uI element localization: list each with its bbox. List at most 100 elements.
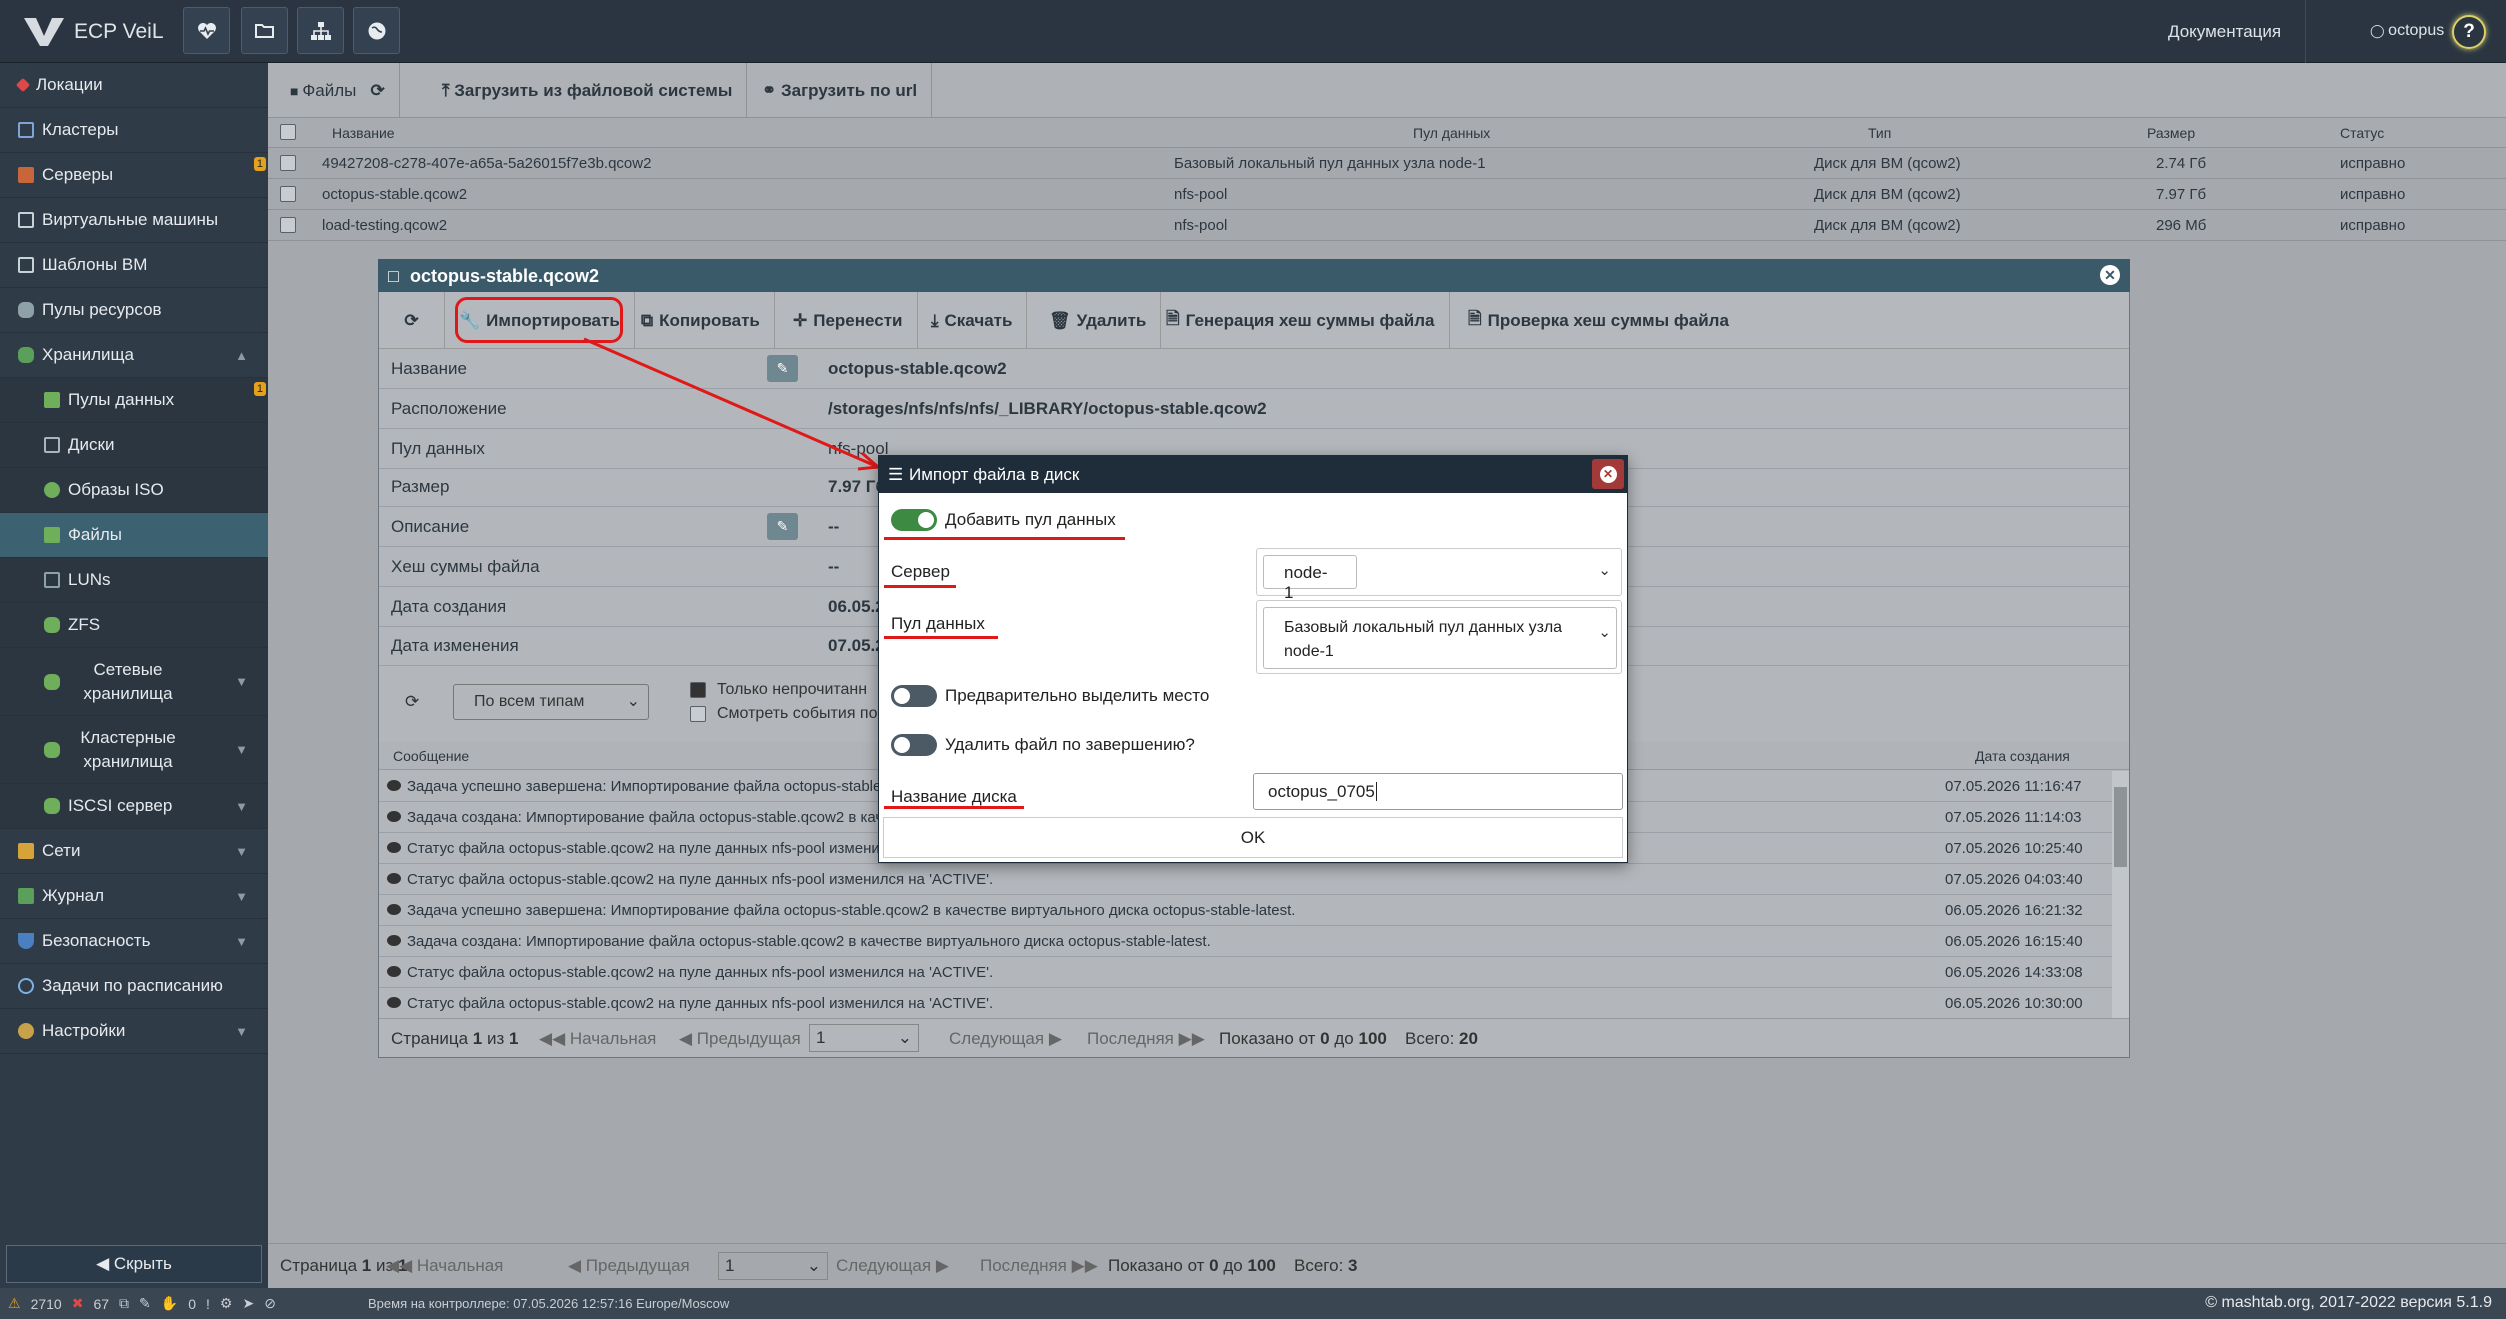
sidebar-item-resource-pools[interactable]: Пулы ресурсов bbox=[0, 288, 268, 333]
event-row[interactable]: Статус файла octopus-stable.qcow2 на пул… bbox=[379, 957, 2112, 988]
user-menu[interactable]: ◯ octopus bbox=[2370, 22, 2444, 40]
settings-icon[interactable]: ⚙ bbox=[220, 1295, 233, 1312]
event-row[interactable]: Статус файла octopus-stable.qcow2 на пул… bbox=[379, 864, 2112, 895]
page-select[interactable]: 1 ⌄ bbox=[809, 1024, 919, 1052]
folder-button[interactable] bbox=[241, 7, 288, 54]
rocket-icon[interactable]: ➤ bbox=[242, 1295, 254, 1312]
gen-hash-button[interactable]: 🗎 Генерация хеш суммы файла bbox=[1152, 292, 1450, 349]
close-icon[interactable]: ✕ bbox=[2100, 265, 2120, 285]
preallocate-toggle[interactable] bbox=[891, 685, 937, 707]
chevron-down-icon: ▼ bbox=[235, 888, 248, 904]
sidebar-item-network-storage[interactable]: Сетевые хранилища ▼ bbox=[0, 648, 268, 716]
delete-after-label: Удалить файл по завершению? bbox=[945, 735, 1195, 754]
col-name[interactable]: Название bbox=[332, 125, 395, 141]
chevron-down-icon: ▼ bbox=[235, 933, 248, 949]
ok-button[interactable]: OK bbox=[883, 817, 1623, 858]
hand-icon[interactable]: ✋ bbox=[161, 1295, 178, 1312]
col-status[interactable]: Статус bbox=[2340, 125, 2384, 141]
sidebar-item-locations[interactable]: Локации bbox=[0, 63, 268, 108]
col-size[interactable]: Размер bbox=[2147, 125, 2195, 141]
unread-only-checkbox[interactable] bbox=[690, 682, 706, 698]
sidebar-item-templates[interactable]: Шаблоны ВМ bbox=[0, 243, 268, 288]
table-row[interactable]: 49427208-c278-407e-a65a-5a26015f7e3b.qco… bbox=[268, 148, 2506, 179]
sidebar-item-security[interactable]: Безопасность ▼ bbox=[0, 919, 268, 964]
ban-icon[interactable]: ⊘ bbox=[264, 1295, 276, 1312]
upload-fs-button[interactable]: ⤒ Загрузить из файловой системы bbox=[428, 63, 748, 118]
first-page-button[interactable]: ◀◀ Начальная bbox=[539, 1029, 656, 1049]
sidebar-item-cluster-storage[interactable]: Кластерные хранилища ▼ bbox=[0, 716, 268, 784]
events-scrollbar[interactable] bbox=[2112, 771, 2129, 1018]
chevron-down-icon: ▼ bbox=[235, 741, 248, 757]
sidebar-item-iscsi[interactable]: ISCSI сервер ▼ bbox=[0, 784, 268, 829]
warning-icon[interactable]: ⚠ bbox=[8, 1295, 21, 1312]
files-tab[interactable]: ■ Файлы ⟳ bbox=[268, 63, 400, 118]
table-row[interactable]: octopus-stable.qcow2 nfs-pool Диск для В… bbox=[268, 179, 2506, 210]
c3-count: 0 bbox=[188, 1295, 196, 1312]
hide-sidebar-button[interactable]: ◀ Скрыть bbox=[6, 1245, 262, 1283]
refresh-icon[interactable]: ⟳ bbox=[371, 81, 385, 101]
next-page-button[interactable]: Следующая ▶ bbox=[836, 1256, 949, 1276]
upload-url-button[interactable]: ⚭ Загрузить по url bbox=[748, 63, 933, 118]
sidebar-item-luns[interactable]: LUNs bbox=[0, 558, 268, 603]
row-name[interactable]: load-testing.qcow2 bbox=[322, 217, 447, 234]
row-name[interactable]: 49427208-c278-407e-a65a-5a26015f7e3b.qco… bbox=[322, 155, 651, 172]
prev-page-button[interactable]: ◀ Предыдущая bbox=[568, 1256, 690, 1276]
scrollbar-thumb[interactable] bbox=[2114, 787, 2127, 867]
sidebar-item-storage[interactable]: Хранилища ▲ bbox=[0, 333, 268, 378]
delete-label: Удалить bbox=[1076, 310, 1147, 330]
delete-after-toggle[interactable] bbox=[891, 734, 937, 756]
col-type[interactable]: Тип bbox=[1868, 125, 1891, 141]
last-page-button[interactable]: Последняя ▶▶ bbox=[980, 1256, 1098, 1276]
edit-description-button[interactable]: ✎ bbox=[767, 513, 798, 540]
sidebar-item-networks[interactable]: Сети ▼ bbox=[0, 829, 268, 874]
event-row[interactable]: Статус файла octopus-stable.qcow2 на пул… bbox=[379, 988, 2112, 1019]
event-row[interactable]: Задача создана: Импортирование файла oct… bbox=[379, 926, 2112, 957]
sidebar-item-clusters[interactable]: Кластеры bbox=[0, 108, 268, 153]
row-checkbox[interactable] bbox=[280, 186, 296, 202]
event-type-select[interactable]: По всем типам ⌄ bbox=[453, 684, 649, 720]
next-page-button[interactable]: Следующая ▶ bbox=[949, 1029, 1062, 1049]
check-hash-button[interactable]: 🗎 Проверка хеш суммы файла bbox=[1454, 292, 1743, 349]
prev-page-button[interactable]: ◀ Предыдущая bbox=[679, 1029, 801, 1049]
exclamation-icon[interactable]: ! bbox=[206, 1296, 210, 1312]
table-row[interactable]: load-testing.qcow2 nfs-pool Диск для ВМ … bbox=[268, 210, 2506, 241]
select-all-checkbox[interactable] bbox=[280, 124, 296, 140]
sidebar-item-iso[interactable]: Образы ISO bbox=[0, 468, 268, 513]
sidebar-item-disks[interactable]: Диски bbox=[0, 423, 268, 468]
download-button[interactable]: ⤓ Скачать bbox=[917, 292, 1028, 349]
globe-button[interactable] bbox=[353, 7, 400, 54]
add-pool-toggle[interactable] bbox=[891, 509, 937, 531]
documentation-link[interactable]: Документация bbox=[2168, 22, 2281, 42]
sidebar-item-data-pools[interactable]: Пулы данных 1 bbox=[0, 378, 268, 423]
row-name[interactable]: octopus-stable.qcow2 bbox=[322, 186, 467, 203]
refresh-button[interactable]: ⟳ bbox=[379, 292, 445, 349]
view-events-checkbox[interactable] bbox=[690, 706, 706, 722]
copy-icon[interactable]: ⧉ bbox=[119, 1295, 129, 1312]
sidebar-item-files[interactable]: Файлы bbox=[0, 513, 268, 558]
help-button[interactable]: ? bbox=[2452, 15, 2486, 49]
server-select[interactable]: node-1 ⌄ bbox=[1256, 548, 1622, 602]
event-row[interactable]: Задача успешно завершена: Импортирование… bbox=[379, 895, 2112, 926]
edit-icon[interactable]: ✎ bbox=[139, 1295, 151, 1312]
sidebar-item-settings[interactable]: Настройки ▼ bbox=[0, 1009, 268, 1054]
row-checkbox[interactable] bbox=[280, 155, 296, 171]
sidebar-item-scheduled-tasks[interactable]: Задачи по расписанию bbox=[0, 964, 268, 1009]
refresh-icon[interactable]: ⟳ bbox=[405, 692, 419, 712]
pool-select[interactable]: Базовый локальный пул данных узла node-1… bbox=[1256, 600, 1622, 674]
error-icon[interactable]: ✖ bbox=[72, 1295, 84, 1312]
sidebar-item-vms[interactable]: Виртуальные машины bbox=[0, 198, 268, 243]
close-dialog-button[interactable]: ✕ bbox=[1592, 459, 1624, 489]
sidebar-item-zfs[interactable]: ZFS bbox=[0, 603, 268, 648]
sidebar-item-journal[interactable]: Журнал ▼ bbox=[0, 874, 268, 919]
annotation-underline bbox=[884, 636, 998, 639]
health-button[interactable] bbox=[183, 7, 230, 54]
row-checkbox[interactable] bbox=[280, 217, 296, 233]
delete-button[interactable]: 🗑 Удалить bbox=[1035, 292, 1162, 349]
col-pool[interactable]: Пул данных bbox=[1413, 125, 1490, 141]
disk-name-input[interactable]: octopus_0705 bbox=[1253, 773, 1623, 810]
page-select[interactable]: 1 ⌄ bbox=[718, 1252, 828, 1280]
topology-button[interactable] bbox=[297, 7, 344, 54]
first-page-button[interactable]: ◀◀ Начальная bbox=[386, 1256, 503, 1276]
sidebar-item-servers[interactable]: Серверы 1 bbox=[0, 153, 268, 198]
last-page-button[interactable]: Последняя ▶▶ bbox=[1087, 1029, 1205, 1049]
